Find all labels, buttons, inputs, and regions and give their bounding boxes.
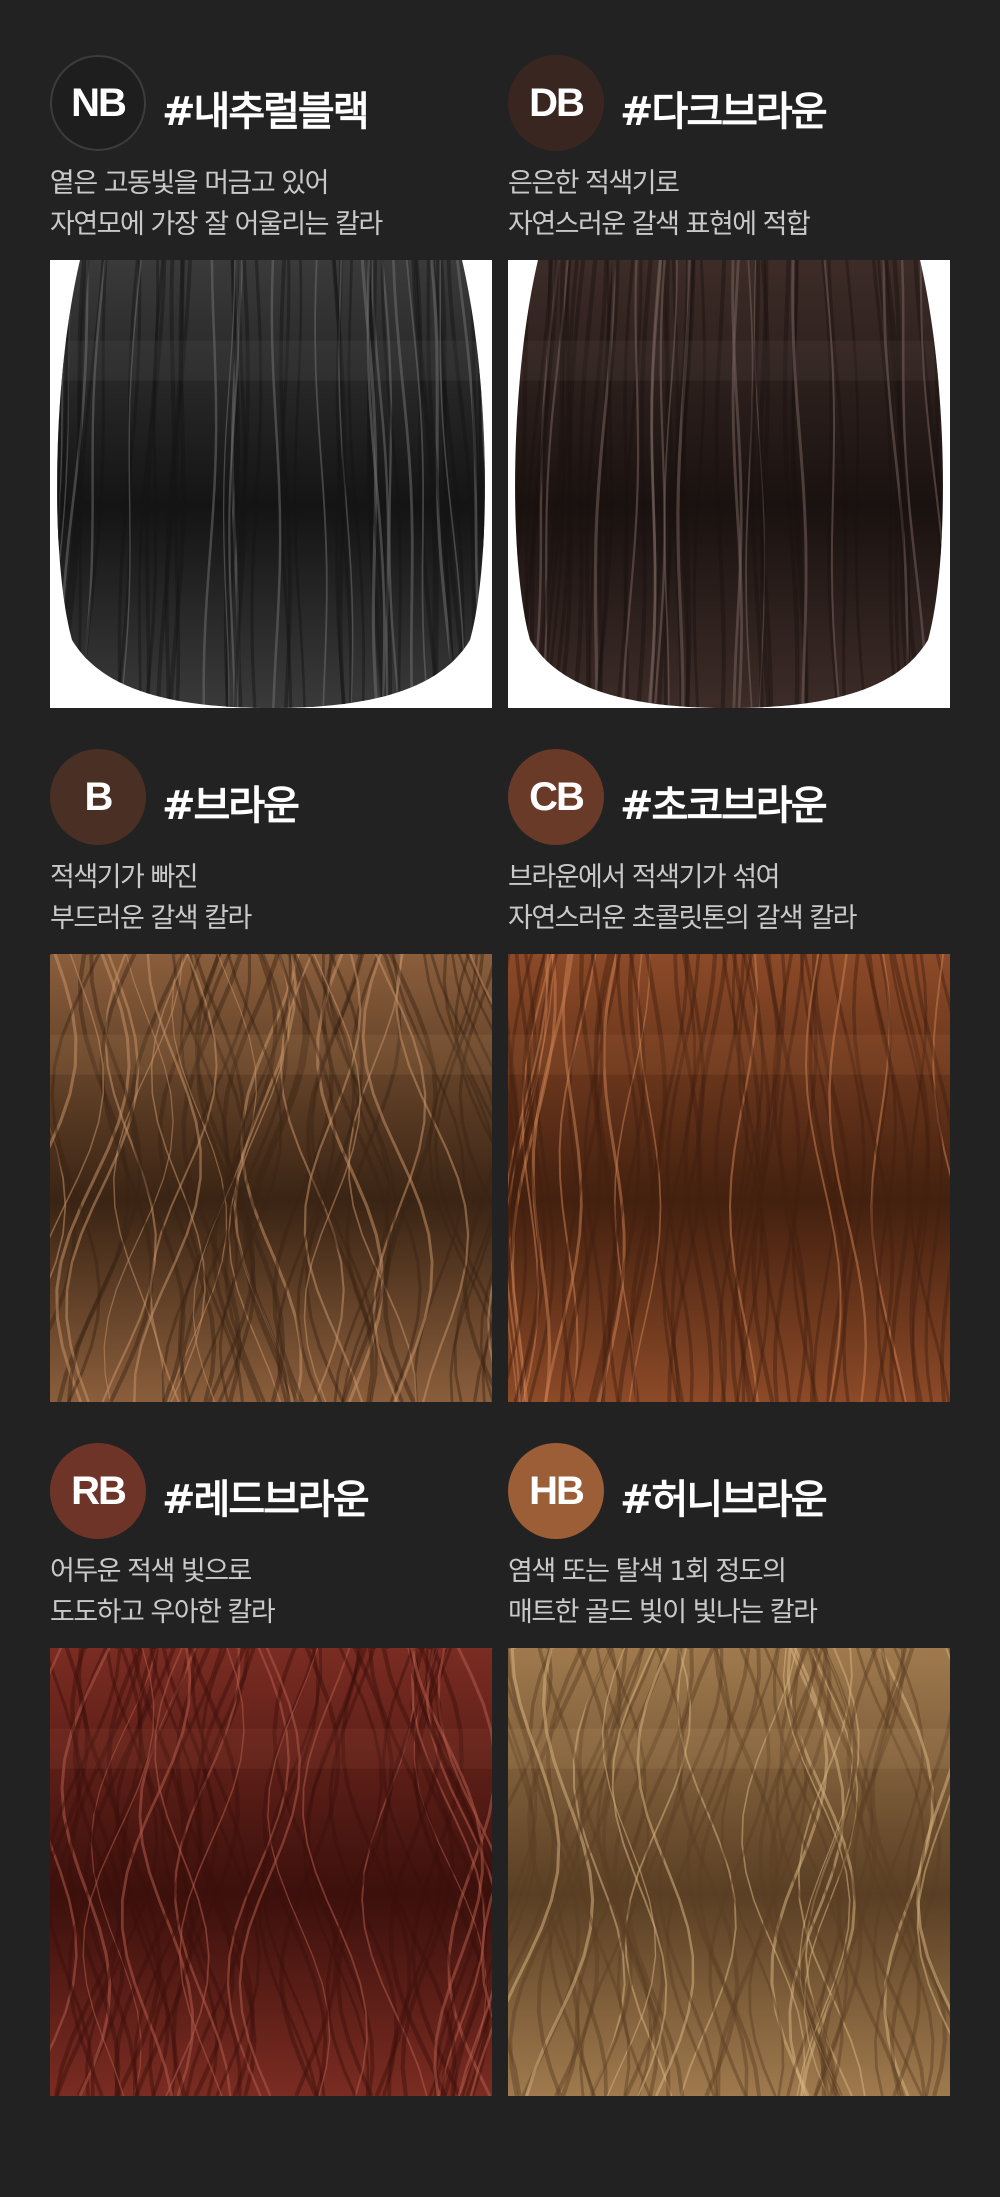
color-name: #레드브라운 <box>162 1477 370 1523</box>
color-code-badge: HB <box>508 1443 604 1539</box>
color-card-hb: HB #허니브라운 염색 또는 탈색 1회 정도의 매트한 골드 빛이 빛나는 … <box>508 1443 950 2096</box>
color-code-badge: DB <box>508 55 604 151</box>
description-line: 도도하고 우아한 칼라 <box>50 1597 276 1628</box>
color-card-b: B #브라운 적색기가 빠진 부드러운 갈색 칼라 <box>50 749 492 1402</box>
color-description: 적색기가 빠진 부드러운 갈색 칼라 <box>50 857 252 939</box>
hair-swatch-photo <box>50 260 492 708</box>
description-line: 은은한 적색기로 <box>508 168 680 199</box>
color-description: 옅은 고동빛을 머금고 있어 자연모에 가장 잘 어울리는 칼라 <box>50 163 383 245</box>
hair-swatch-photo <box>508 954 950 1402</box>
description-line: 자연스러운 초콜릿톤의 갈색 칼라 <box>508 903 858 934</box>
color-code-badge: B <box>50 749 146 845</box>
description-line: 매트한 골드 빛이 빛나는 칼라 <box>508 1597 818 1628</box>
description-line: 부드러운 갈색 칼라 <box>50 903 252 934</box>
color-card-db: DB #다크브라운 은은한 적색기로 자연스러운 갈색 표현에 적합 <box>508 55 950 708</box>
color-card-rb: RB #레드브라운 어두운 적색 빛으로 도도하고 우아한 칼라 <box>50 1443 492 2096</box>
color-code-badge: NB <box>50 55 146 151</box>
description-line: 브라운에서 적색기가 섞여 <box>508 862 780 893</box>
description-line: 옅은 고동빛을 머금고 있어 <box>50 168 329 199</box>
color-name: #내추럴블랙 <box>162 89 370 135</box>
description-line: 적색기가 빠진 <box>50 862 199 893</box>
color-name: #브라운 <box>162 783 300 829</box>
hair-swatch-photo <box>508 1648 950 2096</box>
color-card-cb: CB #초코브라운 브라운에서 적색기가 섞여 자연스러운 초콜릿톤의 갈색 칼… <box>508 749 950 1402</box>
description-line: 자연스러운 갈색 표현에 적합 <box>508 209 811 240</box>
hair-swatch-photo <box>50 1648 492 2096</box>
color-name: #다크브라운 <box>620 89 828 135</box>
color-code-badge: CB <box>508 749 604 845</box>
description-line: 자연모에 가장 잘 어울리는 칼라 <box>50 209 383 240</box>
hair-swatch-photo <box>508 260 950 708</box>
color-description: 은은한 적색기로 자연스러운 갈색 표현에 적합 <box>508 163 811 245</box>
description-line: 염색 또는 탈색 1회 정도의 <box>508 1556 787 1587</box>
color-name: #초코브라운 <box>620 783 828 829</box>
color-name: #허니브라운 <box>620 1477 828 1523</box>
color-description: 어두운 적색 빛으로 도도하고 우아한 칼라 <box>50 1551 276 1633</box>
color-description: 브라운에서 적색기가 섞여 자연스러운 초콜릿톤의 갈색 칼라 <box>508 857 858 939</box>
description-line: 어두운 적색 빛으로 <box>50 1556 252 1587</box>
color-card-nb: NB #내추럴블랙 옅은 고동빛을 머금고 있어 자연모에 가장 잘 어울리는 … <box>50 55 492 708</box>
color-code-badge: RB <box>50 1443 146 1539</box>
color-description: 염색 또는 탈색 1회 정도의 매트한 골드 빛이 빛나는 칼라 <box>508 1551 818 1633</box>
hair-swatch-photo <box>50 954 492 1402</box>
color-options-grid: NB #내추럴블랙 옅은 고동빛을 머금고 있어 자연모에 가장 잘 어울리는 … <box>50 55 950 2096</box>
